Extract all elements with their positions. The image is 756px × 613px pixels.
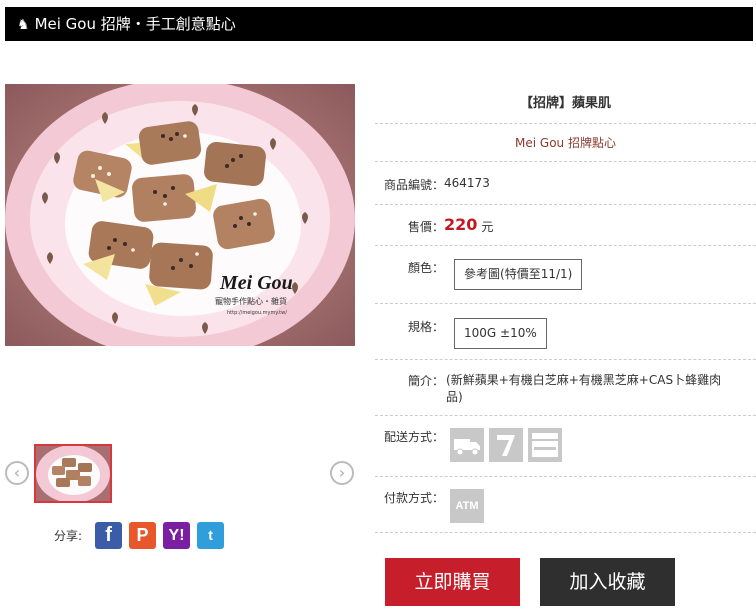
product-code-row: 商品編號： 464173: [375, 162, 756, 205]
color-option-button[interactable]: 參考圖(特價至11/1): [454, 259, 583, 290]
photo-logo-text: Mei Gou: [219, 272, 293, 294]
share-label: 分享:: [54, 528, 83, 543]
previous-arrow-icon[interactable]: ‹: [5, 461, 29, 485]
price-row: 售價： 220 元: [375, 205, 756, 246]
product-brand: Mei Gou 招牌點心: [375, 124, 756, 162]
description-row: 簡介： (新鮮蘋果+有機白芝麻+有機黑芝麻+CAS卜蜂雞肉品): [375, 360, 756, 416]
color-row: 顏色： 參考圖(特價至11/1): [375, 246, 756, 304]
delivery-truck-icon: [450, 428, 485, 462]
product-code-label: 商品編號：: [384, 178, 445, 192]
share-bar: 分享: f P Y! t: [54, 520, 231, 550]
description-label: 簡介：: [408, 374, 445, 388]
product-main-photo: Mei Gou 寵物手作點心・雜貨 http://meigou.mymy.tw/: [5, 84, 355, 346]
buy-now-button[interactable]: 立即購買: [385, 558, 520, 606]
photo-logo-subtitle: 寵物手作點心・雜貨: [215, 296, 287, 306]
chess-knight-icon: ♞: [17, 17, 30, 33]
spec-label: 規格：: [408, 320, 445, 334]
color-label: 顏色：: [408, 261, 445, 275]
shipping-label: 配送方式：: [384, 430, 445, 444]
photo-logo-url: http://meigou.mymy.tw/: [227, 310, 287, 316]
yahoo-share-icon[interactable]: Y!: [163, 521, 191, 549]
shipping-row: 配送方式：: [375, 416, 756, 477]
description-text: (新鮮蘋果+有機白芝麻+有機黑芝麻+CAS卜蜂雞肉品): [446, 373, 722, 404]
product-name: 【招牌】蘋果肌: [375, 85, 756, 124]
thumbnail-gallery: ‹ ›: [0, 440, 360, 506]
spec-row: 規格： 100G ±10%: [375, 304, 756, 360]
payment-row: 付款方式： ATM: [375, 477, 756, 533]
next-arrow-icon[interactable]: ›: [330, 461, 354, 485]
twitter-share-icon[interactable]: t: [197, 521, 225, 549]
seven-eleven-icon: [489, 428, 524, 462]
plurk-share-icon[interactable]: P: [129, 521, 157, 549]
product-info-panel: 【招牌】蘋果肌 Mei Gou 招牌點心 商品編號： 464173 售價： 22…: [375, 85, 756, 533]
product-code-value: 464173: [444, 176, 490, 190]
price-value: 220: [444, 215, 478, 234]
familymart-icon: [528, 428, 563, 462]
thumbnail-image[interactable]: [34, 444, 112, 503]
price-label: 售價：: [408, 220, 445, 234]
shipping-icons: [450, 428, 567, 462]
add-to-favorites-button[interactable]: 加入收藏: [540, 558, 675, 606]
store-title: Mei Gou 招牌・手工創意點心: [34, 15, 236, 33]
price-unit: 元: [481, 220, 494, 234]
spec-option-button[interactable]: 100G ±10%: [454, 318, 547, 349]
payment-label: 付款方式：: [384, 491, 445, 505]
atm-icon: ATM: [450, 489, 485, 523]
facebook-share-icon[interactable]: f: [95, 521, 123, 549]
top-bar: ♞ Mei Gou 招牌・手工創意點心: [5, 7, 753, 41]
